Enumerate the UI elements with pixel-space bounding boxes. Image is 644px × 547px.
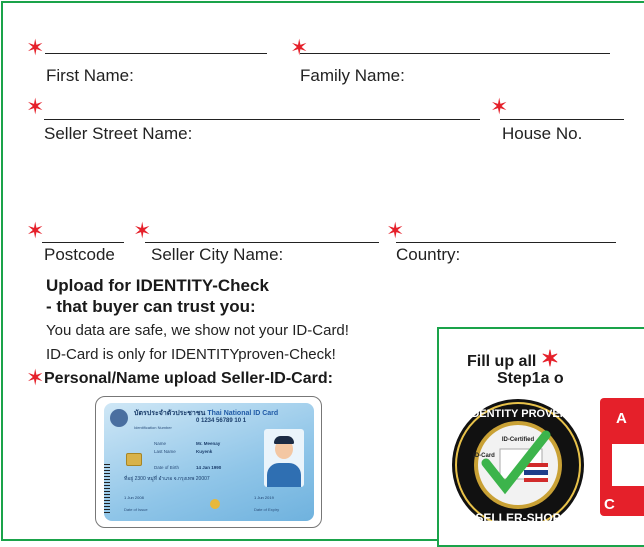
chip-icon bbox=[126, 453, 142, 466]
required-marker-icon: ✶ bbox=[490, 94, 509, 119]
personal-upload-label: Personal/Name upload Seller-ID-Card: bbox=[44, 370, 333, 387]
privacy-note: You data are safe, we show not your ID-C… bbox=[46, 322, 349, 339]
required-marker-icon: ✶ bbox=[386, 218, 405, 243]
address: ที่อยู่ 2300 หมู่ที่ อำเภอ จ.กรุงเทพ 200… bbox=[124, 476, 210, 482]
upload-heading: Upload for IDENTITY-Check bbox=[46, 276, 269, 295]
portrait-photo bbox=[264, 429, 304, 487]
postcode-input[interactable] bbox=[42, 242, 124, 243]
required-marker-icon: ✶ bbox=[26, 35, 45, 60]
house-no-label: House No. bbox=[502, 124, 583, 143]
name-value: Mr. Meenay bbox=[196, 441, 221, 446]
dob-label: Date of Birth bbox=[154, 465, 180, 470]
first-name-input[interactable] bbox=[45, 53, 267, 54]
seller-city-label: Seller City Name: bbox=[151, 245, 284, 264]
id-card-note: ID-Card is only for IDENTITYproven-Check… bbox=[46, 346, 336, 363]
id-number: 0 1234 56789 10 1 bbox=[196, 418, 247, 424]
expiry-date: 1 Jun 2019 bbox=[254, 495, 274, 500]
required-marker-icon: ✶ bbox=[540, 346, 560, 371]
seal-tag-certified: ID-Certified bbox=[502, 437, 535, 443]
family-name-label: Family Name: bbox=[300, 66, 405, 85]
last-name-value: Kuyenk bbox=[196, 449, 213, 454]
promo-line-2: Step1a o bbox=[497, 370, 564, 387]
hologram-icon bbox=[210, 499, 220, 509]
seller-city-input[interactable] bbox=[145, 242, 379, 243]
name-label: Name bbox=[154, 441, 167, 446]
emblem-icon bbox=[110, 409, 128, 427]
upload-subheading: - that buyer can trust you: bbox=[46, 297, 256, 316]
required-marker-icon: ✶ bbox=[26, 365, 45, 390]
seller-street-input[interactable] bbox=[44, 119, 480, 120]
id-card-title-en: Thai National ID Card bbox=[207, 410, 279, 417]
id-card-title-thai: บัตรประจำตัวประชาชน bbox=[134, 410, 206, 417]
postcode-label: Postcode bbox=[44, 245, 115, 264]
country-label: Country: bbox=[396, 245, 461, 264]
seal-top-text: IDENTITY PROVEN bbox=[468, 408, 567, 420]
required-marker-icon: ✶ bbox=[290, 35, 309, 60]
red-badge-inner bbox=[612, 444, 644, 486]
promo-text: Fill up all bbox=[467, 353, 537, 370]
first-name-label: First Name: bbox=[46, 66, 134, 85]
seal-tag-card: ID-Card bbox=[473, 453, 495, 459]
required-marker-icon: ✶ bbox=[26, 94, 45, 119]
id-card-image: บัตรประจำตัวประชาชน Thai National ID Car… bbox=[104, 403, 314, 521]
red-badge-letter-top: A bbox=[616, 410, 627, 427]
red-badge: A C bbox=[600, 398, 644, 516]
issue-label: Date of Issue bbox=[124, 507, 148, 512]
expiry-label: Date of Expiry bbox=[254, 507, 280, 512]
family-name-input[interactable] bbox=[300, 53, 610, 54]
issue-date: 1 Jun 2008 bbox=[124, 495, 144, 500]
house-no-input[interactable] bbox=[500, 119, 624, 120]
last-name-label: Last Name bbox=[154, 449, 176, 454]
dob-value: 14 Jan 1990 bbox=[196, 465, 222, 470]
id-card-upload[interactable]: บัตรประจำตัวประชาชน Thai National ID Car… bbox=[95, 396, 322, 528]
seal-bottom-text: SELLER-SHOP bbox=[475, 511, 560, 521]
red-badge-letter-bottom: C bbox=[604, 496, 615, 513]
identity-proven-seal-icon: IDENTITY PROVEN SELLER-SHOP ID-Certified… bbox=[452, 399, 584, 521]
country-input[interactable] bbox=[396, 242, 616, 243]
barcode-icon bbox=[104, 463, 110, 513]
id-number-label: Identification Number bbox=[134, 425, 172, 430]
required-marker-icon: ✶ bbox=[133, 218, 152, 243]
promo-line-1: Fill up all ✶ bbox=[467, 346, 559, 372]
seller-street-label: Seller Street Name: bbox=[44, 124, 193, 143]
required-marker-icon: ✶ bbox=[26, 218, 45, 243]
